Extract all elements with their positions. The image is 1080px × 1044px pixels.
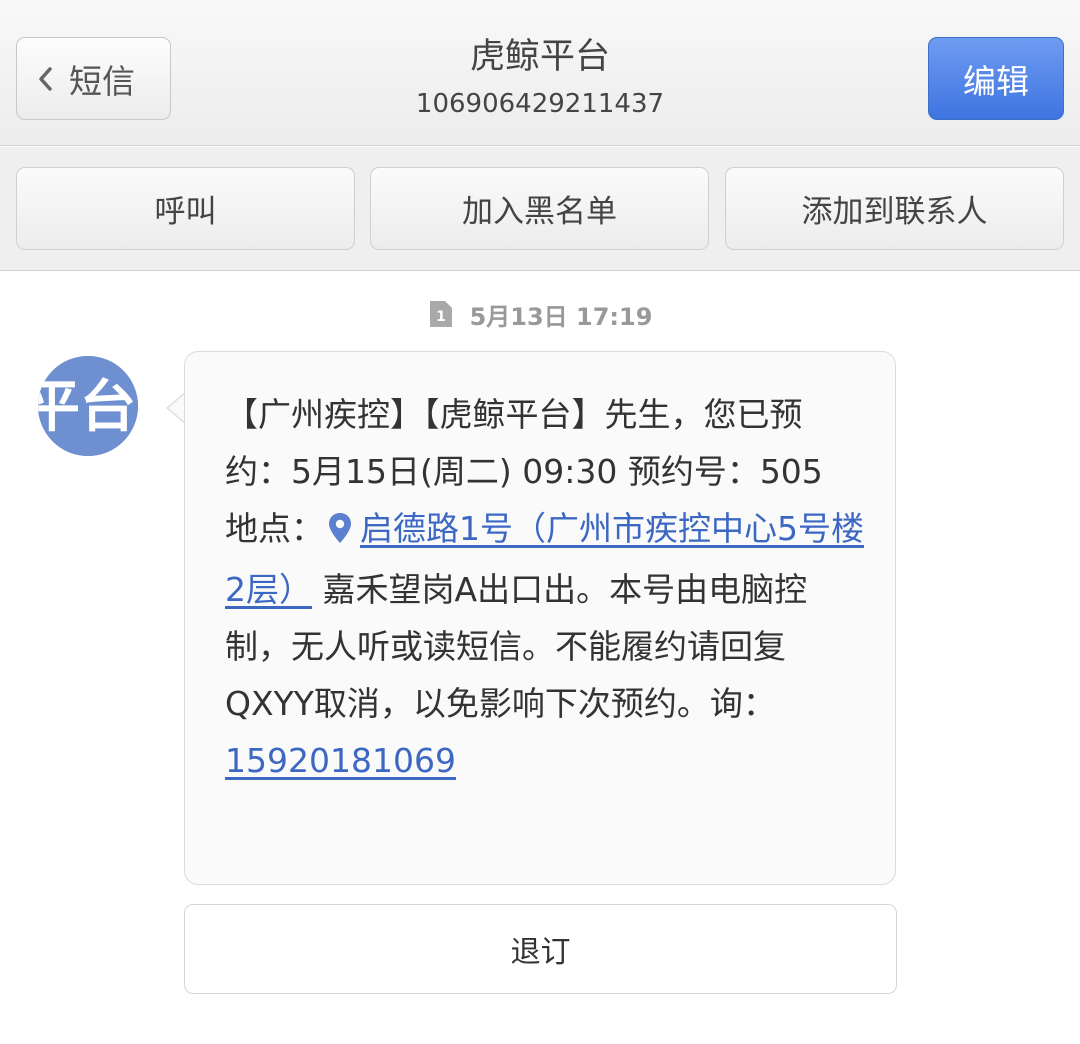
add-contact-button[interactable]: 添加到联系人 bbox=[725, 167, 1064, 250]
sender-name: 虎鲸平台 bbox=[469, 37, 610, 77]
avatar-text: 平台 bbox=[38, 375, 136, 440]
back-button[interactable]: 短信 bbox=[16, 37, 171, 120]
back-button-label: 短信 bbox=[69, 61, 135, 101]
unsubscribe-button[interactable]: 退订 bbox=[184, 904, 897, 994]
call-button[interactable]: 呼叫 bbox=[16, 167, 355, 250]
message-timestamp: 1 5月13日 17:19 bbox=[0, 292, 1080, 336]
sender-number: 106906429211437 bbox=[415, 89, 665, 119]
avatar[interactable]: 平台 bbox=[38, 356, 138, 456]
edit-button[interactable]: 编辑 bbox=[928, 37, 1064, 120]
chevron-left-icon bbox=[37, 66, 53, 92]
message-bubble[interactable]: 【广州疾控】【虎鲸平台】先生，您已预约：5月15日(周二) 09:30 预约号：… bbox=[184, 351, 896, 885]
conversation-title: 虎鲸平台 106906429211437 bbox=[330, 34, 750, 124]
phone-link[interactable]: 15920181069 bbox=[225, 741, 456, 780]
action-bar: 呼叫 加入黑名单 添加到联系人 bbox=[0, 147, 1080, 271]
sim-card-icon: 1 bbox=[428, 299, 454, 329]
timestamp-text: 5月13日 17:19 bbox=[469, 302, 653, 331]
svg-text:1: 1 bbox=[436, 309, 446, 325]
avatar-logo: 平台 bbox=[38, 356, 138, 456]
message-text-body: 嘉禾望岗A出口出。本号由电脑控制，无人听或读短信。不能履约请回复QXYY取消，以… bbox=[225, 570, 808, 723]
blacklist-button[interactable]: 加入黑名单 bbox=[370, 167, 709, 250]
location-pin-icon bbox=[328, 504, 352, 561]
navigation-bar: 短信 虎鲸平台 106906429211437 编辑 bbox=[0, 0, 1080, 146]
